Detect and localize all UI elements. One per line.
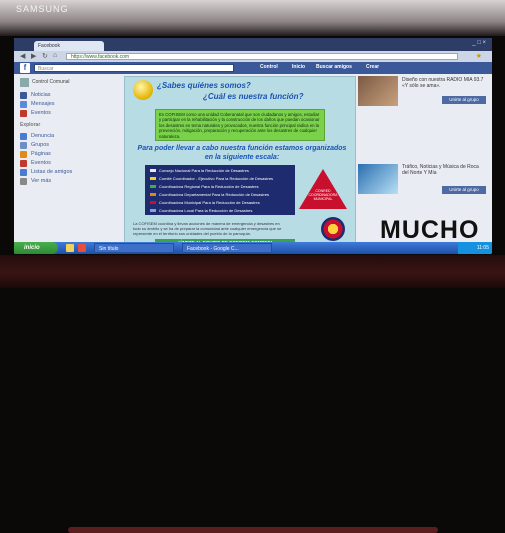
facebook-logo[interactable]: f: [20, 63, 30, 73]
windows-taskbar: inicio Sin título Facebook - Google C...…: [14, 242, 492, 254]
url-field[interactable]: https://www.facebook.com: [66, 53, 458, 60]
sidebar-item-label: Eventos: [31, 110, 51, 116]
avatar: [20, 78, 29, 87]
poster-question-1: ¿Sabes quiénes somos?: [157, 81, 251, 90]
poster-heading: Para poder llevar a cabo nuestra función…: [137, 145, 347, 161]
conred-emblem-icon: [321, 217, 345, 241]
scale-item: Coordinadora Departamental Para la Reduc…: [150, 192, 290, 197]
groups-icon: [20, 142, 27, 149]
monitor-screen: Facebook _ □ × ◀ ▶ ↻ ⌂ https://www.faceb…: [14, 38, 492, 254]
sidebar-item-noticias[interactable]: Noticias: [20, 91, 120, 100]
taskbar-item-facebook[interactable]: Facebook - Google C...: [182, 243, 272, 253]
poster-body-text: La COFISEM coordina y llevan acciones de…: [133, 221, 282, 236]
sidebar-item-label: Ver más: [31, 178, 52, 184]
sidebar-item-label: Mensajes: [31, 101, 55, 107]
friends-list-icon: [20, 169, 27, 176]
news-feed-icon: [20, 92, 27, 99]
sidebar-item-listas[interactable]: Listas de amigos: [20, 168, 120, 177]
ad-thumbnail[interactable]: [358, 76, 398, 106]
address-bar: ◀ ▶ ↻ ⌂ https://www.facebook.com ★: [14, 51, 492, 62]
start-button[interactable]: inicio: [14, 242, 58, 254]
home-icon[interactable]: ⌂: [53, 52, 57, 59]
sidebar-item-label: Eventos: [31, 160, 51, 166]
scale-swatch: [150, 193, 156, 197]
explorer-icon[interactable]: [66, 244, 74, 252]
system-tray-clock[interactable]: 11:05: [458, 242, 492, 254]
scale-item: Coordinadora Regional Para la Reducción …: [150, 184, 290, 189]
sidebar-item-label: Grupos: [31, 142, 50, 148]
forward-icon[interactable]: ▶: [31, 52, 36, 60]
browser-tab-bar: Facebook _ □ ×: [14, 38, 492, 51]
nav-buscar-amigos[interactable]: Buscar amigos: [316, 64, 352, 70]
ad-text-2[interactable]: Tráfico, Noticias y Música de Roca del N…: [402, 164, 486, 176]
facebook-search-input[interactable]: Buscar: [34, 64, 234, 72]
taskbar-item-untitled[interactable]: Sin título: [94, 243, 174, 253]
window-controls[interactable]: _ □ ×: [472, 40, 486, 46]
sidebar-profile[interactable]: Control Comunal: [20, 78, 120, 88]
left-sidebar: Control Comunal Noticias Mensajes Evento…: [20, 78, 120, 246]
sidebar-item-paginas[interactable]: Páginas: [20, 150, 120, 159]
sidebar-item-label: Noticias: [31, 92, 51, 98]
sidebar-item-ver-mas[interactable]: Ver más: [20, 177, 120, 186]
ad-thumbnail-2[interactable]: [358, 164, 398, 194]
join-group-button[interactable]: Unirte al grupo: [442, 96, 486, 104]
sidebar-item-denuncia[interactable]: Denuncia: [20, 132, 120, 141]
sidebar-item-mensajes[interactable]: Mensajes: [20, 100, 120, 109]
right-column: Diseño con nuestra RADIO MIA 93.7 «Y sól…: [358, 76, 486, 250]
bookmark-star-icon[interactable]: ★: [476, 52, 482, 60]
scale-swatch: [150, 177, 156, 181]
organization-scale-list: Consejo Nacional Para la Reducción de De…: [145, 165, 295, 215]
calendar-icon: [20, 160, 27, 167]
sidebar-item-label: Páginas: [31, 151, 51, 157]
sidebar-item-eventos-2[interactable]: Eventos: [20, 159, 120, 168]
pages-icon: [20, 151, 27, 158]
sidebar-item-label: Listas de amigos: [31, 169, 73, 175]
scale-item: Coordinadora Municipal Para la Reducción…: [150, 200, 290, 205]
brand-logo: SAMSUNG: [16, 4, 69, 14]
facebook-header: f Buscar Control Inicio Buscar amigos Cr…: [14, 62, 492, 74]
sidebar-item-grupos[interactable]: Grupos: [20, 141, 120, 150]
scale-swatch: [150, 185, 156, 189]
join-group-button-2[interactable]: Unirte al grupo: [442, 186, 486, 194]
page-icon: [20, 133, 27, 140]
scale-item: Consejo Nacional Para la Reducción de De…: [150, 168, 290, 173]
browser-tab[interactable]: Facebook: [34, 41, 104, 51]
lightbulb-icon: [133, 80, 153, 100]
sidebar-item-label: Denuncia: [31, 133, 55, 139]
scale-swatch: [150, 169, 156, 173]
profile-name: Control Comunal: [32, 79, 70, 85]
mucho-banner: MUCHO: [380, 216, 480, 244]
nav-inicio[interactable]: Inicio: [292, 64, 305, 70]
ad-text[interactable]: Diseño con nuestra RADIO MIA 93.7 «Y sól…: [402, 77, 486, 89]
bezel-reflection: [68, 527, 438, 533]
sidebar-section-heading: Explorar: [20, 122, 41, 128]
scale-swatch: [150, 201, 156, 205]
scale-item: Comité Coordinador - Ejecutivo Para la R…: [150, 176, 290, 181]
pyramid-label: CONRED COORDINADORA MUNICIPAL: [308, 189, 338, 201]
reload-icon[interactable]: ↻: [42, 52, 48, 60]
sidebar-item-eventos[interactable]: Eventos: [20, 109, 120, 118]
events-icon: [20, 110, 27, 117]
camera-glare: SAMSUNG: [0, 0, 505, 36]
cover-poster: ¿Sabes quiénes somos? ¿Cuál es nuestra f…: [124, 76, 356, 250]
scale-item: Coordinadora Local Para la Reducción de …: [150, 208, 290, 213]
nav-crear[interactable]: Crear: [366, 64, 379, 70]
poster-intro-box: Es COFISEM como una unidad Coberanatal q…: [155, 109, 325, 141]
browser-icon[interactable]: [78, 244, 86, 252]
more-icon: [20, 178, 27, 185]
nav-control[interactable]: Control: [260, 64, 278, 70]
messages-icon: [20, 101, 27, 108]
back-icon[interactable]: ◀: [20, 52, 25, 60]
monitor-bezel-bottom: [0, 255, 505, 533]
scale-swatch: [150, 209, 156, 213]
poster-question-2: ¿Cuál es nuestra función?: [203, 92, 304, 101]
